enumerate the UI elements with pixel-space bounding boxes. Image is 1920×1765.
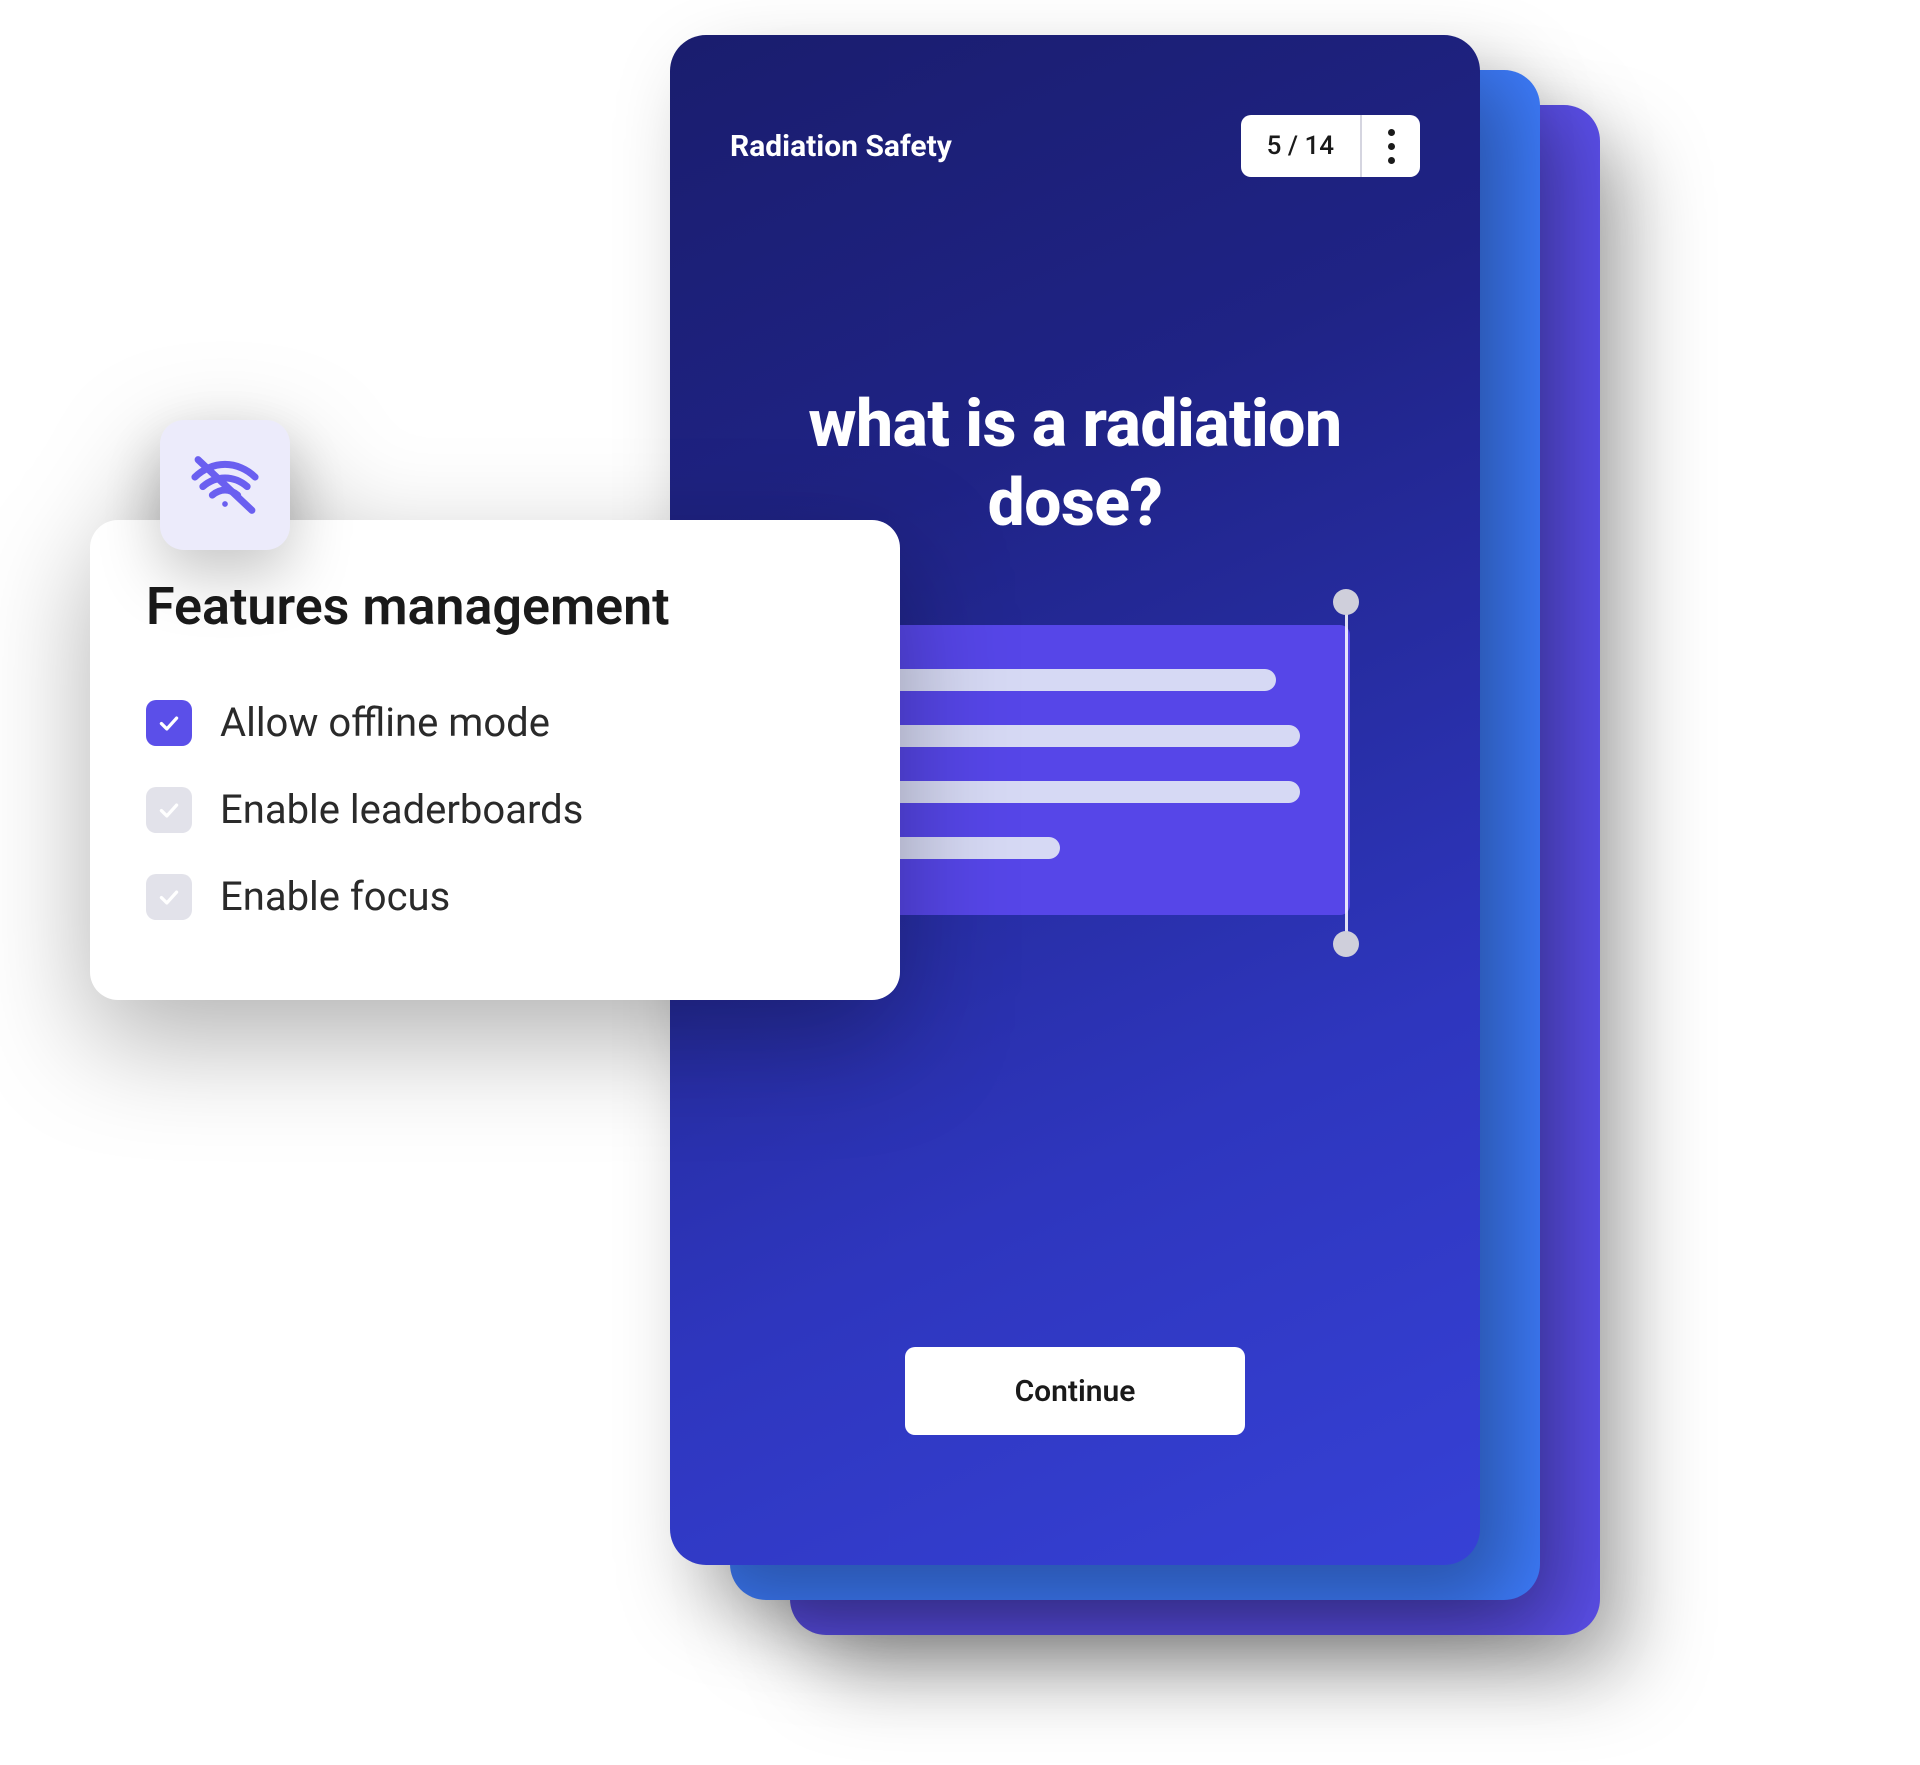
lesson-title: Radiation Safety — [730, 129, 952, 164]
feature-label: Enable focus — [220, 873, 450, 920]
kebab-icon — [1388, 143, 1395, 150]
step-counter: 5 / 14 — [1241, 115, 1362, 177]
check-icon — [156, 710, 182, 736]
selection-handle-top[interactable] — [1333, 589, 1359, 615]
check-icon — [156, 884, 182, 910]
checkbox-offline[interactable] — [146, 700, 192, 746]
feature-item-focus: Enable focus — [146, 853, 844, 940]
kebab-icon — [1388, 157, 1395, 164]
continue-button[interactable]: Continue — [905, 1347, 1245, 1435]
checkbox-leaderboards[interactable] — [146, 787, 192, 833]
feature-item-offline: Allow offline mode — [146, 679, 844, 766]
features-panel: Features management Allow offline mode E… — [90, 520, 900, 1000]
checkbox-focus[interactable] — [146, 874, 192, 920]
selection-handle-bottom[interactable] — [1333, 931, 1359, 957]
phone-header: Radiation Safety 5 / 14 — [730, 115, 1420, 177]
feature-label: Enable leaderboards — [220, 786, 583, 833]
check-icon — [156, 797, 182, 823]
header-right-group: 5 / 14 — [1241, 115, 1420, 177]
selection-line — [1345, 600, 1348, 942]
feature-item-leaderboards: Enable leaderboards — [146, 766, 844, 853]
kebab-icon — [1388, 129, 1395, 136]
features-title: Features management — [146, 576, 844, 637]
wifi-off-badge — [160, 420, 290, 550]
wifi-off-icon — [187, 447, 263, 523]
more-menu-button[interactable] — [1362, 115, 1420, 177]
feature-label: Allow offline mode — [220, 699, 550, 746]
